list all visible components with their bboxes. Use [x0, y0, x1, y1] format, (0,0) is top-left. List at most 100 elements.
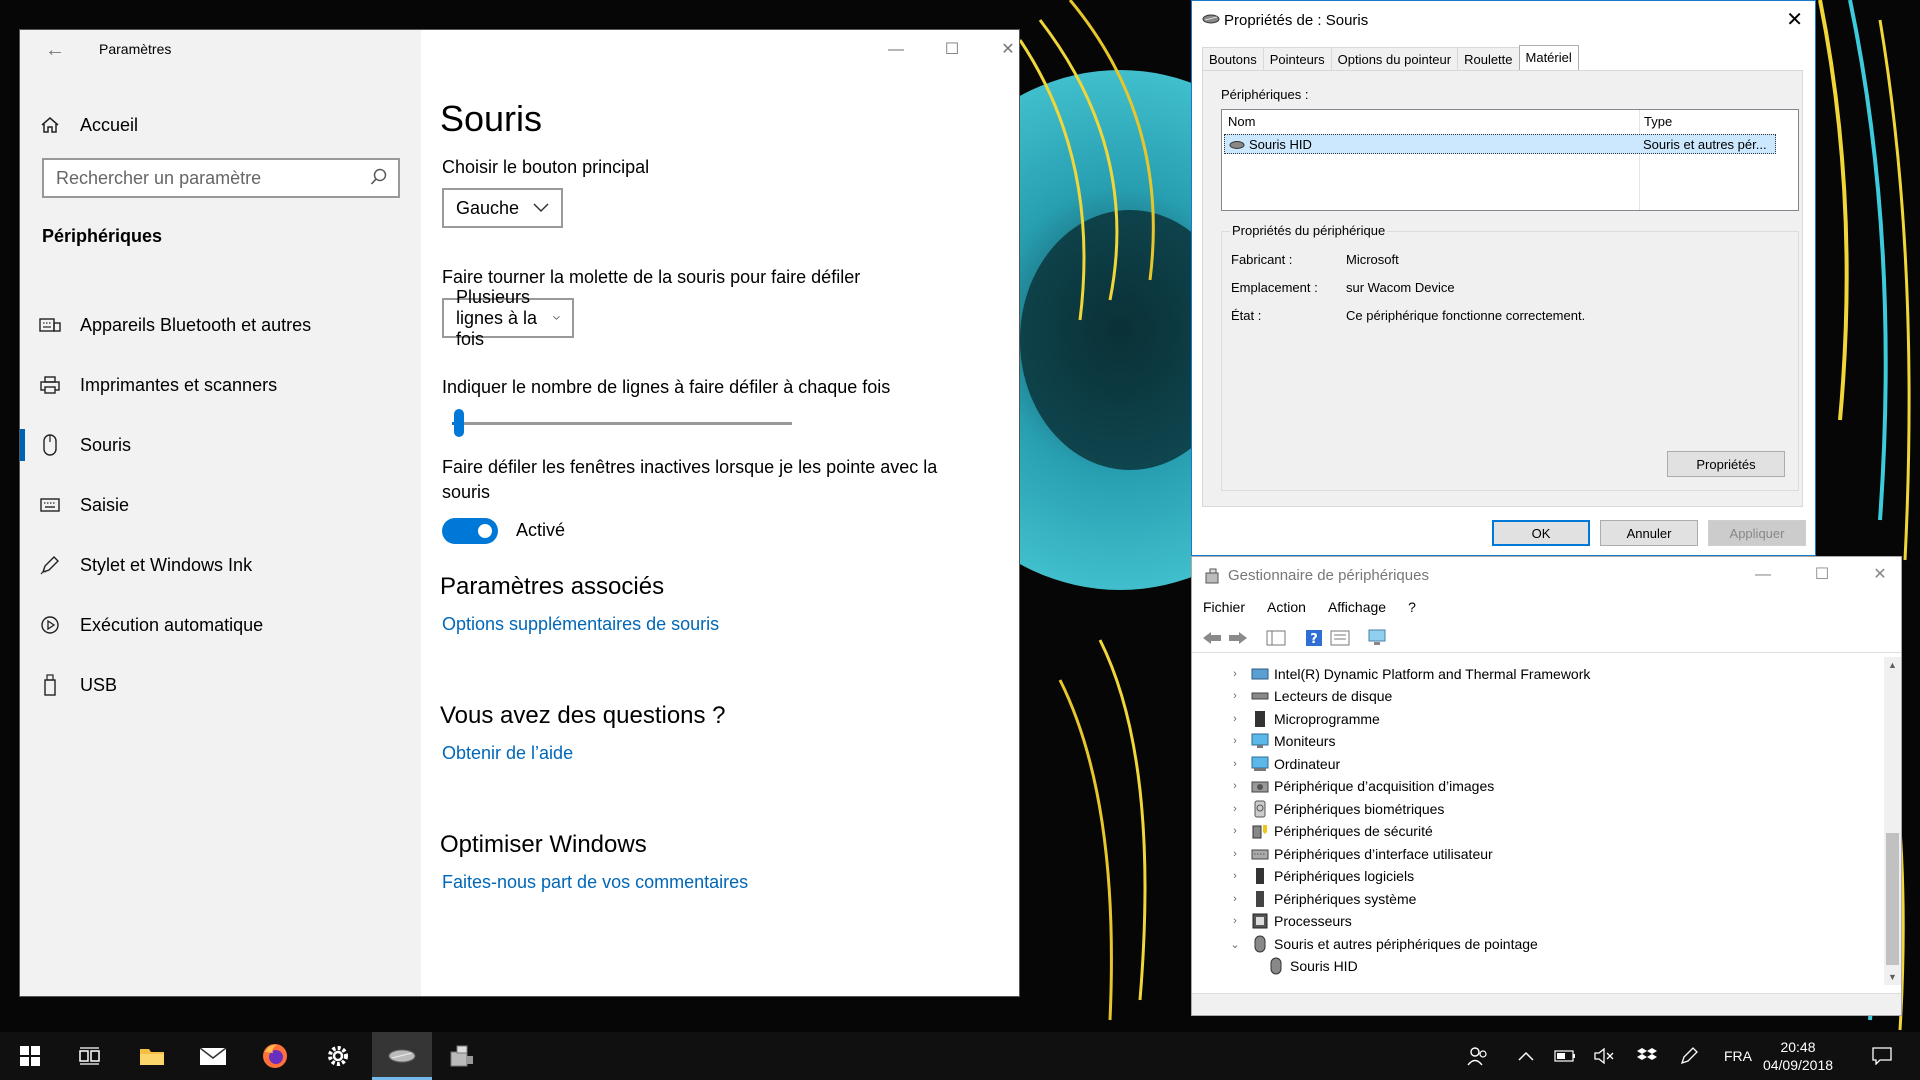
windows-ink-icon[interactable]	[1674, 1032, 1704, 1080]
feedback-link[interactable]: Faites-nous part de vos commentaires	[442, 872, 748, 893]
chevron-right-icon[interactable]: ›	[1228, 915, 1242, 927]
nav-item-bluetooth[interactable]: Appareils Bluetooth et autres	[38, 305, 418, 345]
tree-item[interactable]: › Lecteurs de disque	[1228, 685, 1392, 707]
menu-help[interactable]: ?	[1397, 593, 1427, 621]
properties-icon[interactable]	[1328, 627, 1352, 649]
devices-list[interactable]: Nom Type Souris HID Souris et autres pér…	[1221, 109, 1799, 211]
nav-item-printers[interactable]: Imprimantes et scanners	[38, 365, 418, 405]
primary-button-dropdown[interactable]: Gauche	[442, 188, 564, 228]
clock[interactable]: 20:48 04/09/2018	[1756, 1038, 1840, 1074]
inactive-scroll-toggle[interactable]	[442, 518, 498, 544]
tree-item-expanded[interactable]: ⌄ Souris et autres périphériques de point…	[1228, 933, 1538, 955]
tree-item[interactable]: › Périphériques système	[1228, 888, 1416, 910]
back-arrow-icon[interactable]: ←	[40, 38, 70, 62]
task-view-button[interactable]	[60, 1032, 120, 1080]
tab-hardware[interactable]: Matériel	[1518, 45, 1579, 71]
minimize-icon[interactable]: —	[1743, 561, 1783, 589]
nav-item-usb[interactable]: USB	[38, 665, 418, 705]
tree-item[interactable]: › Périphériques logiciels	[1228, 865, 1414, 887]
taskbar-mail[interactable]	[183, 1032, 243, 1080]
show-hidden-icons-icon[interactable]	[1512, 1032, 1540, 1080]
chevron-right-icon[interactable]: ›	[1228, 780, 1242, 792]
tree-item[interactable]: › Microprogramme	[1228, 708, 1380, 730]
device-row[interactable]: Souris HID Souris et autres pér...	[1224, 134, 1776, 154]
ok-button[interactable]: OK	[1492, 520, 1590, 546]
show-hide-console-tree-icon[interactable]	[1264, 627, 1288, 649]
settings-titlebar[interactable]: ← Paramètres — ☐ ✕	[20, 30, 1019, 70]
tab-wheel[interactable]: Roulette	[1457, 47, 1520, 71]
scroll-down-icon[interactable]: ▼	[1884, 969, 1901, 985]
dialog-titlebar[interactable]: Propriétés de : Souris ✕	[1192, 1, 1815, 39]
chevron-right-icon[interactable]: ›	[1228, 825, 1242, 837]
chevron-down-icon[interactable]: ⌄	[1228, 938, 1242, 951]
minimize-icon[interactable]: —	[876, 36, 916, 64]
chevron-right-icon[interactable]: ›	[1228, 713, 1242, 725]
chevron-right-icon[interactable]: ›	[1228, 803, 1242, 815]
chevron-right-icon[interactable]: ›	[1228, 735, 1242, 747]
tree-child-item[interactable]: Souris HID	[1258, 955, 1358, 977]
search-input[interactable]	[44, 160, 354, 196]
taskbar-firefox[interactable]	[245, 1032, 305, 1080]
device-properties-button[interactable]: Propriétés	[1667, 451, 1785, 477]
scroll-thumb[interactable]	[1886, 833, 1899, 965]
nav-item-autoplay[interactable]: Exécution automatique	[38, 605, 418, 645]
scan-hardware-icon[interactable]	[1366, 627, 1390, 649]
tab-buttons[interactable]: Boutons	[1202, 47, 1264, 71]
scroll-mode-dropdown[interactable]: Plusieurs lignes à la fois	[442, 287, 575, 349]
help-icon[interactable]: ?	[1302, 627, 1326, 649]
action-center-icon[interactable]	[1862, 1032, 1902, 1080]
start-button[interactable]	[0, 1032, 60, 1080]
nav-item-pen[interactable]: Stylet et Windows Ink	[38, 545, 418, 585]
tree-item[interactable]: › Intel(R) Dynamic Platform and Thermal F…	[1228, 663, 1590, 685]
column-header-name[interactable]: Nom	[1228, 114, 1255, 129]
chevron-right-icon[interactable]: ›	[1228, 690, 1242, 702]
menu-view[interactable]: Affichage	[1317, 593, 1397, 621]
get-help-link[interactable]: Obtenir de l’aide	[442, 743, 573, 764]
tree-item[interactable]: › Périphériques de sécurité	[1228, 820, 1433, 842]
cancel-button[interactable]: Annuler	[1600, 520, 1698, 546]
taskbar-device-manager[interactable]	[432, 1032, 492, 1080]
nav-item-mouse[interactable]: Souris	[20, 425, 418, 465]
people-icon[interactable]	[1462, 1032, 1494, 1080]
tab-pointers[interactable]: Pointeurs	[1262, 47, 1332, 71]
chevron-right-icon[interactable]: ›	[1228, 848, 1242, 860]
tree-item[interactable]: › Ordinateur	[1228, 753, 1340, 775]
taskbar-settings[interactable]	[308, 1032, 368, 1080]
tree-item[interactable]: › Périphériques d’interface utilisateur	[1228, 843, 1493, 865]
close-icon[interactable]: ✕	[988, 36, 1028, 64]
search-box[interactable]	[42, 158, 400, 198]
tree-item[interactable]: › Moniteurs	[1228, 730, 1335, 752]
taskbar-file-explorer[interactable]	[122, 1032, 182, 1080]
tree-item[interactable]: › Périphériques biométriques	[1228, 798, 1444, 820]
vertical-scrollbar[interactable]: ▲ ▼	[1884, 657, 1901, 985]
chevron-right-icon[interactable]: ›	[1228, 668, 1242, 680]
forward-arrow-icon[interactable]	[1226, 627, 1250, 649]
chevron-right-icon[interactable]: ›	[1228, 893, 1242, 905]
maximize-icon[interactable]: ☐	[1802, 561, 1842, 589]
nav-home[interactable]: Accueil	[38, 110, 138, 140]
slider-thumb[interactable]	[454, 409, 464, 437]
tab-pointer-options[interactable]: Options du pointeur	[1330, 47, 1459, 71]
battery-icon[interactable]	[1550, 1032, 1580, 1080]
apply-button[interactable]: Appliquer	[1708, 520, 1806, 546]
menu-action[interactable]: Action	[1256, 593, 1317, 621]
menu-file[interactable]: Fichier	[1192, 593, 1256, 621]
tree-item[interactable]: › Processeurs	[1228, 910, 1352, 932]
maximize-icon[interactable]: ☐	[932, 36, 972, 64]
close-icon[interactable]: ✕	[1860, 561, 1900, 589]
column-header-type[interactable]: Type	[1644, 114, 1672, 129]
input-language-indicator[interactable]: FRA	[1718, 1032, 1758, 1080]
taskbar-mouse-properties[interactable]	[372, 1032, 432, 1080]
lines-slider[interactable]	[452, 409, 792, 437]
tree-item[interactable]: › Périphérique d’acquisition d’images	[1228, 775, 1494, 797]
scroll-up-icon[interactable]: ▲	[1884, 657, 1901, 673]
nav-item-typing[interactable]: Saisie	[38, 485, 418, 525]
volume-muted-icon[interactable]	[1590, 1032, 1620, 1080]
close-icon[interactable]: ✕	[1786, 7, 1803, 32]
chevron-right-icon[interactable]: ›	[1228, 870, 1242, 882]
back-arrow-icon[interactable]	[1200, 627, 1224, 649]
more-mouse-options-link[interactable]: Options supplémentaires de souris	[442, 614, 719, 635]
chevron-right-icon[interactable]: ›	[1228, 758, 1242, 770]
dropbox-icon[interactable]	[1632, 1032, 1662, 1080]
search-icon[interactable]	[370, 168, 390, 188]
